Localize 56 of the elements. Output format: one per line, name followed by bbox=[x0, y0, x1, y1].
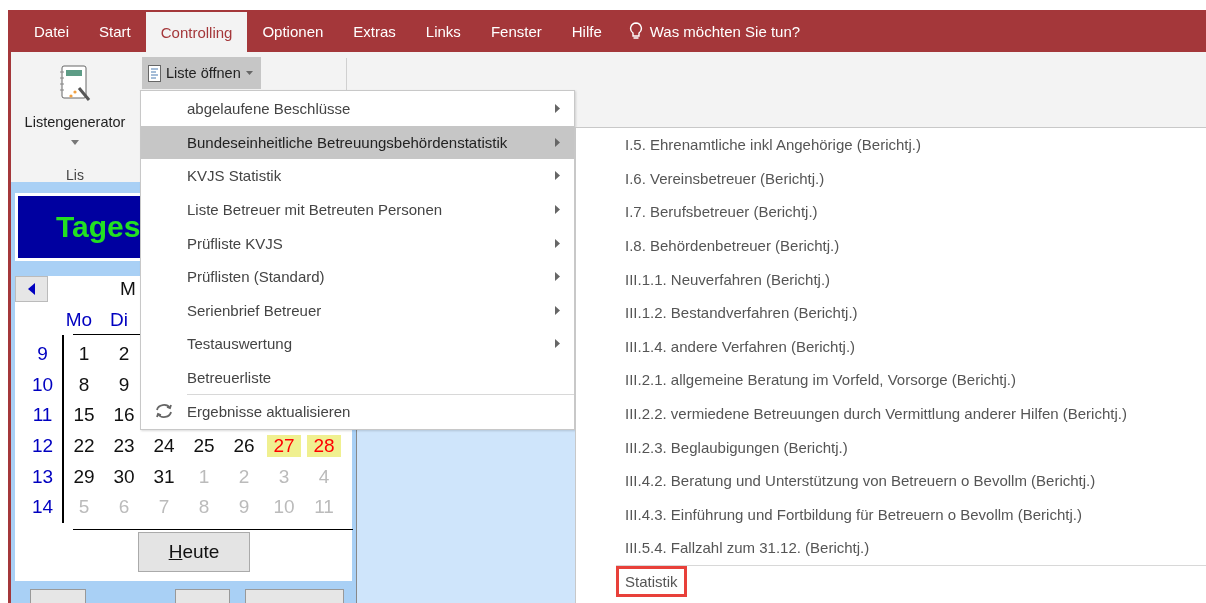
week-number: 10 bbox=[30, 373, 55, 396]
menu-item[interactable]: III.2.1. allgemeine Beratung im Vorfeld, Vorsorge (Berichtj.) bbox=[576, 363, 1206, 397]
ribbon-tab[interactable]: Links bbox=[410, 10, 476, 52]
menu-item[interactable]: III.5.4. Fallzahl zum 31.12. (Berichtj.) bbox=[576, 531, 1206, 565]
ribbon-tab[interactable]: Start bbox=[84, 10, 146, 52]
calendar-day[interactable]: 25 bbox=[184, 435, 224, 458]
menu-item[interactable]: Testauswertung bbox=[141, 327, 574, 361]
menu-item[interactable]: Serienbrief Betreuer bbox=[141, 293, 574, 328]
week-number: 11 bbox=[31, 404, 54, 427]
menu-item[interactable]: III.4.3. Einführung und Fortbildung für Betreuern o Bevollm (Berichtj.) bbox=[576, 497, 1206, 532]
calendar-day[interactable]: 30 bbox=[104, 465, 144, 488]
menu-item[interactable]: I.5. Ehrenamtliche inkl Angehörige (Berichtj.) bbox=[576, 128, 1206, 162]
menu-item[interactable]: III.1.4. andere Verfahren (Berichtj.) bbox=[576, 329, 1206, 364]
week-number: 14 bbox=[30, 496, 55, 519]
calendar-day[interactable]: 26 bbox=[224, 435, 264, 458]
calendar-day[interactable]: 22 bbox=[64, 435, 104, 458]
week-number: 9 bbox=[36, 343, 49, 366]
calendar-day[interactable]: 31 bbox=[144, 465, 184, 488]
menu-item[interactable]: abgelaufene Beschlüsse bbox=[141, 92, 574, 126]
calendar-day[interactable]: 8 bbox=[64, 373, 104, 396]
menu-item[interactable]: Prüflisten (Standard) bbox=[141, 259, 574, 294]
menu-item[interactable]: III.4.2. Beratung und Unterstützung von Betreuern o Bevollm (Berichtj.) bbox=[576, 463, 1206, 498]
ribbon-tab[interactable]: Datei bbox=[19, 10, 85, 52]
menu-item[interactable]: III.2.3. Beglaubigungen (Berichtj.) bbox=[576, 430, 1206, 464]
menu-item[interactable]: Betreuerliste bbox=[141, 360, 574, 395]
calendar-day[interactable]: 2 bbox=[104, 343, 144, 366]
group-label: Lis bbox=[66, 167, 84, 183]
ribbon-tab[interactable]: Extras bbox=[338, 10, 411, 52]
ribbon-tab[interactable]: Fenster bbox=[475, 10, 557, 52]
list-generator-button[interactable]: Listengenerator bbox=[24, 52, 126, 145]
menu-item[interactable]: Bundeseinheitliche Betreuungsbehördenstatistik bbox=[141, 125, 574, 160]
menu-item[interactable]: III.1.2. Bestandverfahren (Berichtj.) bbox=[576, 295, 1206, 330]
calendar-day[interactable]: 24 bbox=[144, 435, 184, 458]
menu-item[interactable]: III.1.1. Neuverfahren (Berichtj.) bbox=[576, 262, 1206, 296]
menu-item[interactable]: III.2.2. vermiedene Betreuungen durch Vermittlung anderer Hilfen (Berichtj.) bbox=[576, 396, 1206, 431]
calendar-day[interactable]: 9 bbox=[104, 373, 144, 396]
calendar-day[interactable]: 1 bbox=[64, 343, 104, 366]
today-button[interactable]: Heute bbox=[138, 531, 250, 572]
open-list-button[interactable]: Liste öffnen bbox=[142, 57, 261, 89]
calendar-day[interactable]: 16 bbox=[104, 404, 144, 427]
ribbon-tab[interactable]: Optionen bbox=[247, 10, 339, 52]
week-number: 12 bbox=[30, 435, 55, 458]
weekday-label: Mo bbox=[64, 309, 94, 331]
ribbon-tab[interactable]: Hilfe bbox=[556, 10, 617, 52]
menu-item[interactable]: Ergebnisse aktualisieren bbox=[141, 394, 574, 428]
menu-item[interactable]: I.6. Vereinsbetreuer (Berichtj.) bbox=[576, 161, 1206, 196]
calendar-day[interactable]: 15 bbox=[64, 404, 104, 427]
ribbon-tab[interactable]: Controlling bbox=[145, 12, 248, 52]
calendar-day[interactable]: 29 bbox=[64, 465, 104, 488]
calendar-day[interactable]: 23 bbox=[104, 435, 144, 458]
weekday-label: Di bbox=[109, 309, 129, 331]
menu-item[interactable]: KVJS Statistik bbox=[141, 159, 574, 193]
week-number: 13 bbox=[30, 465, 55, 488]
menu-item[interactable]: I.7. Berufsbetreuer (Berichtj.) bbox=[576, 195, 1206, 229]
search-field[interactable]: Was möchten Sie tun? bbox=[616, 10, 813, 52]
menu-item[interactable]: I.8. Behördenbetreuer (Berichtj.) bbox=[576, 228, 1206, 263]
